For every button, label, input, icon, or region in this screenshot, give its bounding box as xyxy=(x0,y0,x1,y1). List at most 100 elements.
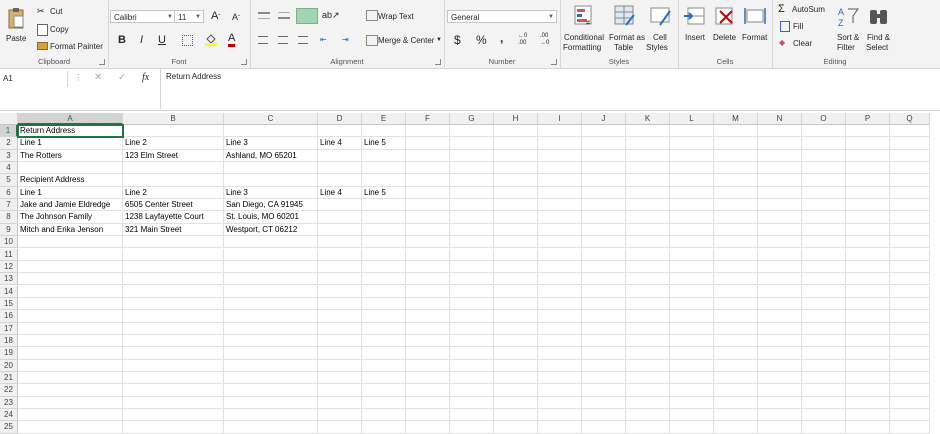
cell-b4[interactable] xyxy=(123,162,224,175)
cell-h12[interactable] xyxy=(494,260,538,274)
cell-c5[interactable] xyxy=(224,174,318,187)
cell-q21[interactable] xyxy=(890,372,930,385)
cell-k23[interactable] xyxy=(626,396,670,409)
row-header-2[interactable]: 2 xyxy=(0,137,18,150)
cell-i23[interactable] xyxy=(538,396,582,409)
cell-i2[interactable] xyxy=(538,137,582,150)
cell-p24[interactable] xyxy=(846,409,890,422)
copy-icon[interactable] xyxy=(37,24,48,36)
clipboard-launcher-icon[interactable] xyxy=(99,59,105,65)
cell-c12[interactable] xyxy=(224,260,318,274)
cell-g8[interactable] xyxy=(450,211,494,224)
row-header-18[interactable]: 18 xyxy=(0,334,18,348)
cell-b3[interactable]: 123 Elm Street xyxy=(123,149,224,162)
cell-n14[interactable] xyxy=(758,285,802,298)
cell-q8[interactable] xyxy=(890,211,930,224)
cell-k14[interactable] xyxy=(626,285,670,298)
cell-k12[interactable] xyxy=(626,260,670,274)
cell-q10[interactable] xyxy=(890,236,930,249)
cell-k7[interactable] xyxy=(626,199,670,212)
cell-p18[interactable] xyxy=(846,334,890,348)
cell-p14[interactable] xyxy=(846,285,890,298)
column-header-e[interactable]: E xyxy=(362,113,406,125)
cell-g12[interactable] xyxy=(450,260,494,274)
cell-k25[interactable] xyxy=(626,421,670,434)
cell-p6[interactable] xyxy=(846,186,890,200)
cell-m15[interactable] xyxy=(714,297,758,311)
column-header-p[interactable]: P xyxy=(846,113,890,125)
cell-e7[interactable] xyxy=(362,199,406,212)
cell-a21[interactable] xyxy=(18,372,123,385)
decrease-decimal-icon[interactable]: .00 →0 xyxy=(540,33,549,47)
cell-n8[interactable] xyxy=(758,211,802,224)
cell-c9[interactable]: Westport, CT 06212 xyxy=(224,223,318,237)
cell-h16[interactable] xyxy=(494,310,538,323)
cell-o25[interactable] xyxy=(802,421,846,434)
cell-k10[interactable] xyxy=(626,236,670,249)
cell-o17[interactable] xyxy=(802,322,846,335)
cell-l12[interactable] xyxy=(670,260,714,274)
column-header-b[interactable]: B xyxy=(123,113,224,125)
cell-i1[interactable] xyxy=(538,125,582,138)
cell-b16[interactable] xyxy=(123,310,224,323)
cell-o12[interactable] xyxy=(802,260,846,274)
cell-f20[interactable] xyxy=(406,359,450,372)
cell-n16[interactable] xyxy=(758,310,802,323)
cell-e23[interactable] xyxy=(362,396,406,409)
cell-m24[interactable] xyxy=(714,409,758,422)
cell-a11[interactable] xyxy=(18,248,123,261)
cell-f6[interactable] xyxy=(406,186,450,200)
cell-b13[interactable] xyxy=(123,273,224,286)
cell-l6[interactable] xyxy=(670,186,714,200)
row-header-9[interactable]: 9 xyxy=(0,223,18,237)
cell-q11[interactable] xyxy=(890,248,930,261)
row-header-25[interactable]: 25 xyxy=(0,421,18,434)
cell-g9[interactable] xyxy=(450,223,494,237)
cell-k16[interactable] xyxy=(626,310,670,323)
cell-l22[interactable] xyxy=(670,384,714,397)
cell-p12[interactable] xyxy=(846,260,890,274)
cell-f1[interactable] xyxy=(406,125,450,138)
cell-l23[interactable] xyxy=(670,396,714,409)
cell-l2[interactable] xyxy=(670,137,714,150)
cell-d18[interactable] xyxy=(318,334,362,348)
column-header-l[interactable]: L xyxy=(670,113,714,125)
cell-a9[interactable]: Mitch and Erika Jenson xyxy=(18,223,123,237)
row-header-22[interactable]: 22 xyxy=(0,384,18,397)
cell-b2[interactable]: Line 2 xyxy=(123,137,224,150)
column-header-j[interactable]: J xyxy=(582,113,626,125)
cell-d12[interactable] xyxy=(318,260,362,274)
cell-j16[interactable] xyxy=(582,310,626,323)
cell-i20[interactable] xyxy=(538,359,582,372)
cell-h23[interactable] xyxy=(494,396,538,409)
cell-i4[interactable] xyxy=(538,162,582,175)
cell-k19[interactable] xyxy=(626,347,670,360)
cell-m3[interactable] xyxy=(714,149,758,162)
cell-o15[interactable] xyxy=(802,297,846,311)
cell-b24[interactable] xyxy=(123,409,224,422)
cell-k15[interactable] xyxy=(626,297,670,311)
format-painter-button[interactable]: Format Painter xyxy=(50,42,103,51)
cell-e5[interactable] xyxy=(362,174,406,187)
cell-p11[interactable] xyxy=(846,248,890,261)
cell-j19[interactable] xyxy=(582,347,626,360)
cell-h18[interactable] xyxy=(494,334,538,348)
cell-b1[interactable] xyxy=(123,125,224,138)
cell-h15[interactable] xyxy=(494,297,538,311)
fill-icon[interactable] xyxy=(780,21,790,32)
cell-m10[interactable] xyxy=(714,236,758,249)
cell-n22[interactable] xyxy=(758,384,802,397)
font-launcher-icon[interactable] xyxy=(241,59,247,65)
cell-h7[interactable] xyxy=(494,199,538,212)
cell-h20[interactable] xyxy=(494,359,538,372)
cell-l8[interactable] xyxy=(670,211,714,224)
cell-p10[interactable] xyxy=(846,236,890,249)
wrap-text-icon[interactable] xyxy=(366,10,378,21)
cell-c20[interactable] xyxy=(224,359,318,372)
cell-h9[interactable] xyxy=(494,223,538,237)
cell-m22[interactable] xyxy=(714,384,758,397)
cell-e17[interactable] xyxy=(362,322,406,335)
currency-button[interactable]: $ xyxy=(454,33,461,47)
merge-center-icon[interactable] xyxy=(366,35,378,46)
cell-g17[interactable] xyxy=(450,322,494,335)
